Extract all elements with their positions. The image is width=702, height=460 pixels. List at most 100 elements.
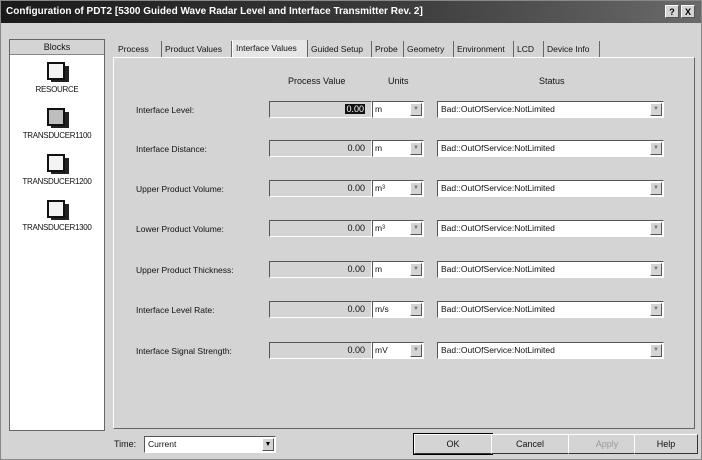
tab-geometry[interactable]: Geometry xyxy=(404,41,454,57)
tab-device-info[interactable]: Device Info xyxy=(544,41,600,57)
unit-select[interactable]: m/s ▼ xyxy=(372,301,424,318)
process-value-field[interactable]: 0.00 xyxy=(269,140,372,157)
tab-probe[interactable]: Probe xyxy=(372,41,404,57)
status-select[interactable]: Bad::OutOfService:NotLimited ▼ xyxy=(437,301,664,318)
unit-select[interactable]: m ▼ xyxy=(372,140,424,157)
unit-value: mV xyxy=(375,345,388,355)
row-label: Interface Level: xyxy=(136,105,195,115)
blocks-header: Blocks xyxy=(10,40,104,55)
blocks-pane: Blocks RESOURCE TRANSDUCER1100 TRANSDUCE… xyxy=(9,39,105,431)
unit-value: m xyxy=(375,264,383,274)
time-value: Current xyxy=(148,439,177,449)
dropdown-arrow-icon: ▼ xyxy=(410,142,422,155)
configuration-dialog: Configuration of PDT2 [5300 Guided Wave … xyxy=(0,0,702,460)
window-title: Configuration of PDT2 [5300 Guided Wave … xyxy=(6,6,423,17)
unit-select[interactable]: m ▼ xyxy=(372,261,424,278)
title-bar: Configuration of PDT2 [5300 Guided Wave … xyxy=(1,1,701,23)
unit-select[interactable]: m ▼ xyxy=(372,101,424,118)
unit-select[interactable]: m³ ▼ xyxy=(372,180,424,197)
tab-environment[interactable]: Environment xyxy=(454,41,514,57)
dropdown-arrow-icon: ▼ xyxy=(650,222,662,235)
dropdown-arrow-icon: ▼ xyxy=(650,142,662,155)
close-button[interactable]: X xyxy=(681,5,695,18)
dropdown-arrow-icon: ▼ xyxy=(650,103,662,116)
row-label: Interface Distance: xyxy=(136,144,207,154)
block-item-transducer1200[interactable]: TRANSDUCER1200 xyxy=(10,152,104,186)
cancel-button[interactable]: Cancel xyxy=(491,434,569,454)
block-label: TRANSDUCER1200 xyxy=(22,177,92,186)
block-label: TRANSDUCER1300 xyxy=(22,223,92,232)
status-value: Bad::OutOfService:NotLimited xyxy=(441,104,555,114)
tab-product-values[interactable]: Product Values xyxy=(162,41,232,57)
ok-button[interactable]: OK xyxy=(413,433,493,455)
dropdown-arrow-icon: ▼ xyxy=(262,438,274,451)
process-value-field[interactable]: 0.00 xyxy=(269,261,372,278)
dropdown-arrow-icon: ▼ xyxy=(410,303,422,316)
status-select[interactable]: Bad::OutOfService:NotLimited ▼ xyxy=(437,261,664,278)
dropdown-arrow-icon: ▼ xyxy=(650,303,662,316)
block-item-transducer1300[interactable]: TRANSDUCER1300 xyxy=(10,198,104,232)
status-select[interactable]: Bad::OutOfService:NotLimited ▼ xyxy=(437,180,664,197)
unit-value: m/s xyxy=(375,304,389,314)
unit-value: m xyxy=(375,104,383,114)
time-select[interactable]: Current ▼ xyxy=(144,436,276,453)
tab-interface-values[interactable]: Interface Values xyxy=(232,40,308,58)
tab-lcd[interactable]: LCD xyxy=(514,41,544,57)
process-value-text: 0.00 xyxy=(347,143,365,153)
block-item-transducer1100[interactable]: TRANSDUCER1100 xyxy=(10,106,104,140)
row-label: Upper Product Volume: xyxy=(136,184,224,194)
row-label: Interface Level Rate: xyxy=(136,305,215,315)
process-value-text: 0.00 xyxy=(347,264,365,274)
block-icon xyxy=(45,106,69,128)
block-icon xyxy=(45,198,69,220)
row-label: Interface Signal Strength: xyxy=(136,346,232,356)
status-value: Bad::OutOfService:NotLimited xyxy=(441,183,555,193)
help-title-button[interactable]: ? xyxy=(665,5,679,18)
process-value-text: 0.00 xyxy=(347,223,365,233)
dropdown-arrow-icon: ▼ xyxy=(650,344,662,357)
block-item-resource[interactable]: RESOURCE xyxy=(10,60,104,94)
status-value: Bad::OutOfService:NotLimited xyxy=(441,143,555,153)
status-value: Bad::OutOfService:NotLimited xyxy=(441,264,555,274)
dropdown-arrow-icon: ▼ xyxy=(410,103,422,116)
status-value: Bad::OutOfService:NotLimited xyxy=(441,223,555,233)
process-value-field[interactable]: 0.00 xyxy=(269,342,372,359)
unit-value: m xyxy=(375,143,383,153)
status-select[interactable]: Bad::OutOfService:NotLimited ▼ xyxy=(437,342,664,359)
block-label: RESOURCE xyxy=(35,85,79,94)
dropdown-arrow-icon: ▼ xyxy=(410,182,422,195)
status-select[interactable]: Bad::OutOfService:NotLimited ▼ xyxy=(437,220,664,237)
unit-select[interactable]: mV ▼ xyxy=(372,342,424,359)
process-value-text: 0.00 xyxy=(347,183,365,193)
row-label: Upper Product Thickness: xyxy=(136,265,234,275)
tab-process[interactable]: Process xyxy=(115,41,162,57)
dropdown-arrow-icon: ▼ xyxy=(410,222,422,235)
status-select[interactable]: Bad::OutOfService:NotLimited ▼ xyxy=(437,101,664,118)
dropdown-arrow-icon: ▼ xyxy=(410,263,422,276)
block-icon xyxy=(45,152,69,174)
column-header-process-value: Process Value xyxy=(288,76,346,86)
process-value-field[interactable]: 0.00 xyxy=(269,220,372,237)
status-value: Bad::OutOfService:NotLimited xyxy=(441,345,555,355)
column-header-units: Units xyxy=(388,76,409,86)
process-value-field[interactable]: 0.00 xyxy=(269,301,372,318)
status-value: Bad::OutOfService:NotLimited xyxy=(441,304,555,314)
column-header-status: Status xyxy=(539,76,565,86)
process-value-field[interactable]: 0.00 xyxy=(269,101,372,118)
interface-values-panel: Process Value Units Status Interface Lev… xyxy=(113,57,695,429)
unit-value: m³ xyxy=(375,183,385,193)
help-button[interactable]: Help xyxy=(634,434,698,454)
tab-guided-setup[interactable]: Guided Setup xyxy=(308,41,372,57)
dropdown-arrow-icon: ▼ xyxy=(650,263,662,276)
tab-strip: Process Product Values Interface Values … xyxy=(111,40,699,58)
unit-value: m³ xyxy=(375,223,385,233)
process-value-field[interactable]: 0.00 xyxy=(269,180,372,197)
process-value-text: 0.00 xyxy=(347,345,365,355)
process-value-text: 0.00 xyxy=(347,304,365,314)
dropdown-arrow-icon: ▼ xyxy=(650,182,662,195)
status-select[interactable]: Bad::OutOfService:NotLimited ▼ xyxy=(437,140,664,157)
time-label: Time: xyxy=(114,439,137,449)
block-icon xyxy=(45,60,69,82)
unit-select[interactable]: m³ ▼ xyxy=(372,220,424,237)
dropdown-arrow-icon: ▼ xyxy=(410,344,422,357)
